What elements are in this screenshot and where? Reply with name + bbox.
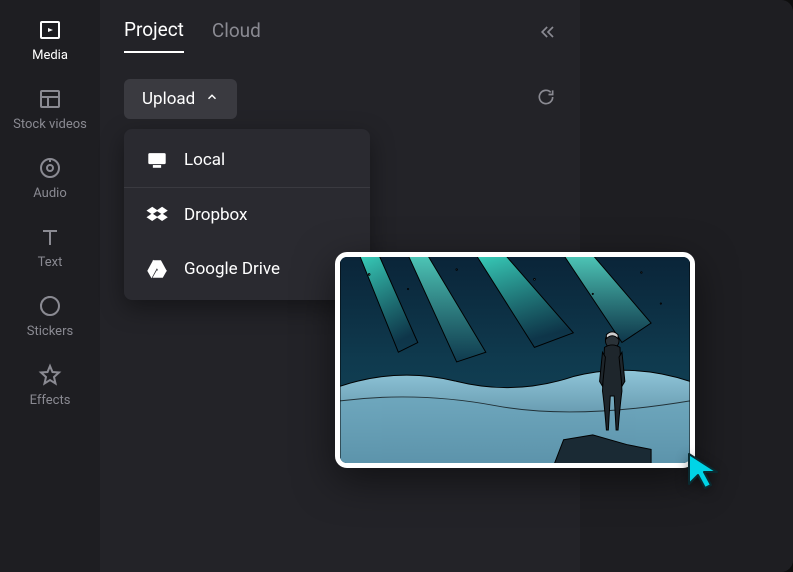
refresh-button[interactable] <box>536 87 556 111</box>
dropdown-item-dropbox[interactable]: Dropbox <box>124 188 370 242</box>
effects-icon <box>38 363 62 387</box>
dropdown-item-label: Local <box>184 150 225 170</box>
tab-project[interactable]: Project <box>124 18 184 53</box>
sidebar: Media Stock videos Audio Text Stickers <box>0 0 100 572</box>
stock-videos-icon <box>38 87 62 111</box>
dropdown-item-label: Dropbox <box>184 205 248 225</box>
dropdown-item-google-drive[interactable]: Google Drive <box>124 242 370 296</box>
collapse-panel-button[interactable] <box>538 22 558 46</box>
text-icon <box>38 225 62 249</box>
stickers-icon <box>38 294 62 318</box>
upload-dropdown: Local Dropbox Google Drive <box>124 129 370 300</box>
chevron-up-icon <box>205 89 219 109</box>
sidebar-item-media[interactable]: Media <box>32 18 68 63</box>
media-icon <box>38 18 62 42</box>
dropdown-item-local[interactable]: Local <box>124 133 370 188</box>
sidebar-item-stickers[interactable]: Stickers <box>27 294 73 339</box>
sidebar-item-label: Stickers <box>27 324 73 339</box>
sidebar-item-label: Media <box>32 48 68 63</box>
sidebar-item-label: Audio <box>33 186 66 201</box>
upload-button[interactable]: Upload <box>124 79 237 119</box>
dropdown-item-label: Google Drive <box>184 259 280 279</box>
panel-tabs: Project Cloud <box>124 18 556 53</box>
local-icon <box>146 149 168 171</box>
sidebar-item-label: Text <box>38 255 63 270</box>
sidebar-item-label: Stock videos <box>13 117 87 132</box>
upload-button-label: Upload <box>142 89 195 109</box>
sidebar-item-stock-videos[interactable]: Stock videos <box>13 87 87 132</box>
tab-cloud[interactable]: Cloud <box>212 19 261 52</box>
audio-icon <box>38 156 62 180</box>
sidebar-item-audio[interactable]: Audio <box>33 156 66 201</box>
cursor-pointer-icon <box>685 450 727 496</box>
upload-row: Upload <box>124 79 556 119</box>
google-drive-icon <box>146 258 168 280</box>
media-thumbnail[interactable] <box>335 252 695 468</box>
dropbox-icon <box>146 204 168 226</box>
sidebar-item-label: Effects <box>30 393 71 408</box>
sidebar-item-effects[interactable]: Effects <box>30 363 71 408</box>
sidebar-item-text[interactable]: Text <box>38 225 63 270</box>
